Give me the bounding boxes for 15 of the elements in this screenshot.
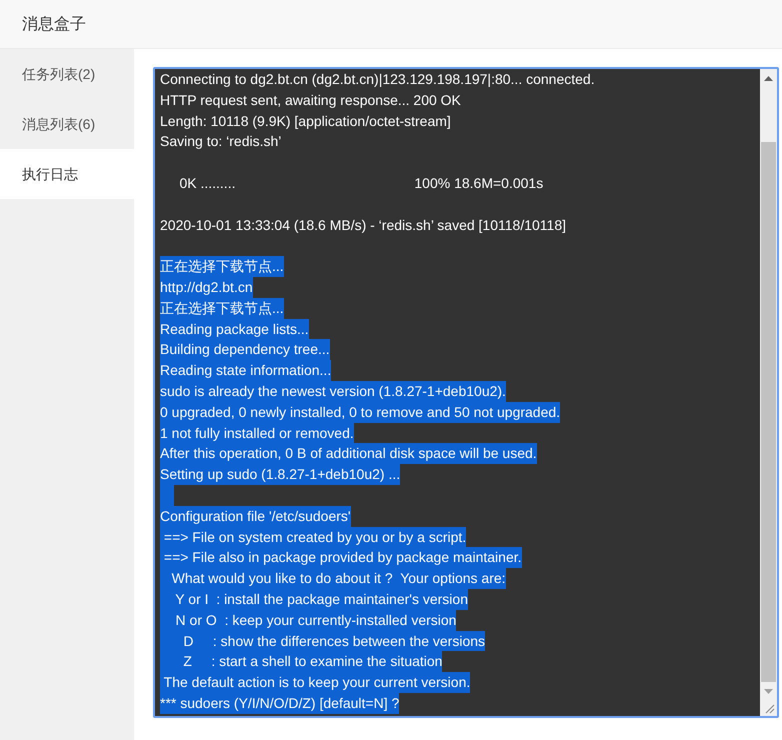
scrollbar-thumb[interactable]	[761, 142, 776, 682]
log-line: Length: 10118 (9.9K) [application/octet-stream]	[160, 112, 451, 131]
sidebar-item[interactable]: 消息列表(6)	[0, 99, 134, 149]
log-line: 0K ......... 100% 18.6M=0.001s	[178, 174, 544, 193]
log-text-area[interactable]	[153, 67, 779, 718]
sidebar-item[interactable]: 执行日志	[0, 149, 134, 199]
log-line: Saving to: ‘redis.sh’	[160, 132, 282, 152]
log-line: HTTP request sent, awaiting response... 200 OK	[160, 90, 461, 110]
scroll-down-icon[interactable]	[764, 689, 773, 694]
log-line: 2020-10-01 13:33:04 (18.6 MB/s) - ‘redis.sh’ saved [10118/10118]	[160, 216, 566, 235]
sidebar-item[interactable]: 任务列表(2)	[0, 49, 134, 99]
scrollbar[interactable]	[760, 69, 777, 716]
log-line: Connecting to dg2.bt.cn (dg2.bt.cn)|123.129.198.197|:80... connected.	[160, 70, 595, 89]
window-title: 消息盒子	[22, 14, 86, 34]
scroll-up-icon[interactable]	[764, 76, 773, 81]
